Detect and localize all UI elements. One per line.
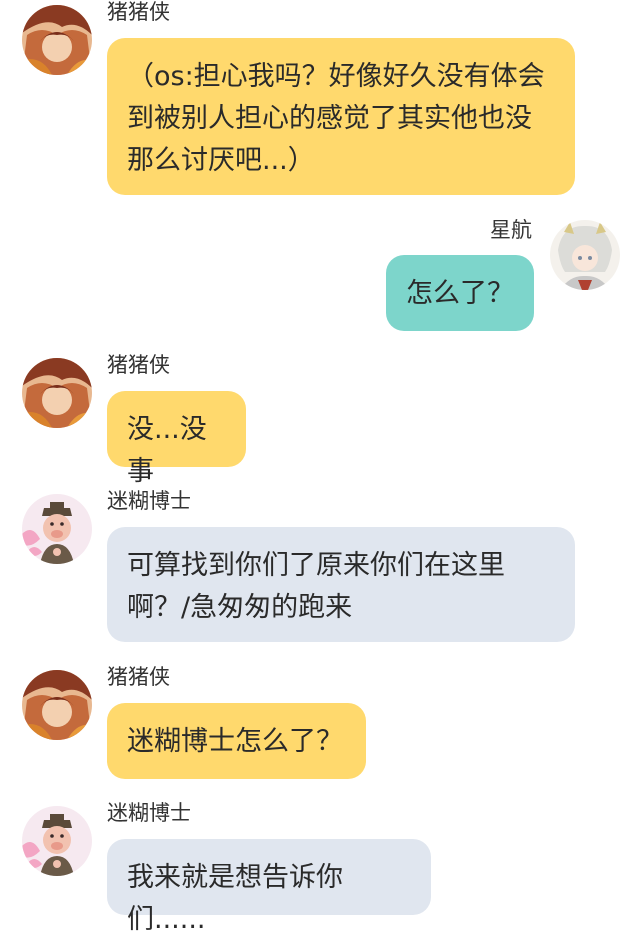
chat-area: 猪猪侠 （os:担心我吗？好像好久没有体会到被别人担心的感觉了其实他也没那么讨厌…	[0, 0, 640, 935]
mihu-avatar[interactable]	[22, 494, 92, 564]
mihu-avatar[interactable]	[22, 806, 92, 876]
zhuzhuxia-avatar[interactable]	[22, 5, 92, 75]
zhuzhuxia-avatar[interactable]	[22, 358, 92, 428]
message-bubble[interactable]: 怎么了？	[386, 255, 534, 331]
xinghang-avatar[interactable]	[550, 220, 620, 290]
sender-name: 猪猪侠	[107, 665, 170, 689]
sender-name: 猪猪侠	[107, 0, 170, 24]
sender-name: 迷糊博士	[107, 489, 191, 513]
sender-name: 星航	[490, 218, 532, 242]
message-bubble[interactable]: 可算找到你们了原来你们在这里啊？/急匆匆的跑来	[107, 527, 575, 642]
message-bubble[interactable]: 我来就是想告诉你们......	[107, 839, 431, 935]
message-bubble[interactable]: 没...没事	[107, 391, 246, 487]
zhuzhuxia-avatar[interactable]	[22, 670, 92, 740]
message-bubble[interactable]: （os:担心我吗？好像好久没有体会到被别人担心的感觉了其实他也没那么讨厌吧...…	[107, 38, 575, 195]
sender-name: 猪猪侠	[107, 353, 170, 377]
sender-name: 迷糊博士	[107, 801, 191, 825]
message-bubble[interactable]: 迷糊博士怎么了？	[107, 703, 366, 779]
